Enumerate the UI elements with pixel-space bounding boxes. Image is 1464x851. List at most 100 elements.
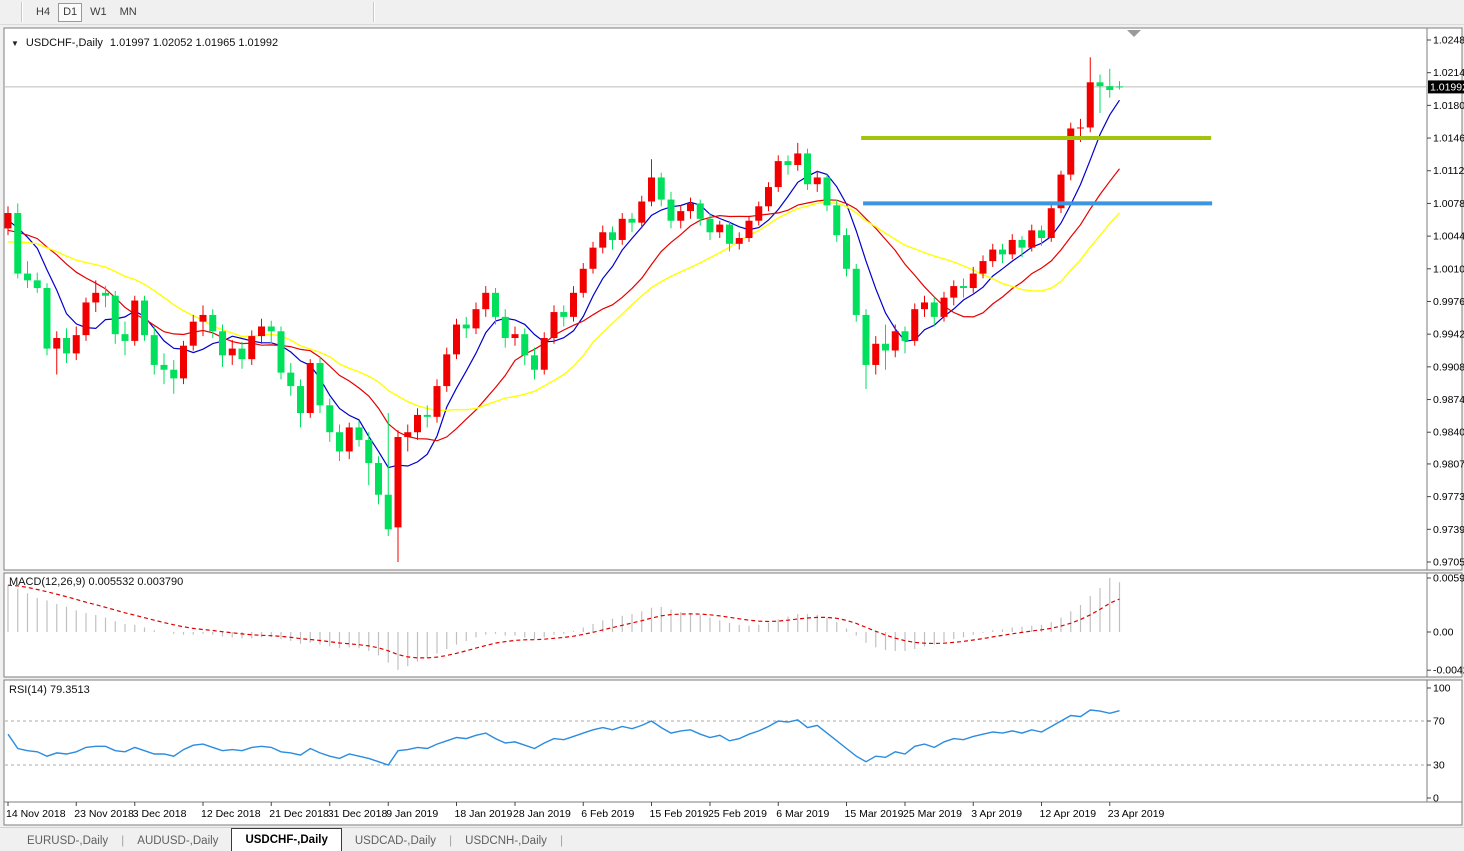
candle-body (453, 324, 460, 355)
tab-audusd-daily[interactable]: AUDUSD-,Daily (124, 831, 231, 851)
candle-body (433, 386, 441, 417)
candle-body (1047, 208, 1055, 239)
candle-body (141, 300, 148, 336)
candle-body (170, 369, 178, 379)
candle-body (901, 331, 909, 341)
candle-body (511, 334, 519, 339)
candle-body (82, 302, 90, 336)
tab-usdcnh-daily[interactable]: USDCNH-,Daily (452, 831, 560, 851)
price-tick-label: 0.97390 (1433, 524, 1464, 536)
candle-body (745, 220, 753, 239)
candle-body (336, 432, 343, 452)
candle-body (384, 494, 392, 530)
candle-body (521, 334, 529, 356)
candle-body (267, 326, 275, 332)
candle-body (375, 462, 382, 495)
tab-usdcad-daily[interactable]: USDCAD-,Daily (342, 831, 449, 851)
candle-body (14, 213, 22, 274)
macd-pane (3, 572, 1463, 678)
candle-body (209, 314, 217, 332)
date-tick-label: 15 Feb 2019 (650, 808, 709, 820)
candle-body (872, 343, 880, 365)
date-tick-label: 12 Dec 2018 (201, 808, 261, 820)
candle-body (589, 247, 597, 269)
candle-body (1106, 86, 1114, 90)
candle-body (102, 292, 109, 296)
candle-body (92, 292, 100, 303)
candle-body (72, 335, 80, 354)
candle-body (365, 439, 373, 463)
price-tick-label: 0.98740 (1433, 394, 1464, 406)
candle-body (63, 338, 70, 354)
candle-body (326, 405, 334, 433)
candle-body (1038, 230, 1045, 239)
candle-body (540, 338, 548, 370)
rsi-tick-label: 30 (1433, 760, 1445, 772)
date-tick-label: 23 Apr 2019 (1108, 808, 1165, 820)
candle-body (150, 335, 158, 365)
candle-body (930, 302, 938, 317)
candle-body (394, 437, 402, 528)
price-tick-label: 1.01120 (1433, 165, 1464, 177)
candle-body (667, 199, 675, 221)
candle-body (111, 295, 119, 335)
macd-tick-label: -0.004244 (1433, 665, 1464, 677)
date-tick-label: 15 Mar 2019 (845, 808, 904, 820)
candle-body (794, 153, 802, 165)
candle-body (1067, 128, 1075, 175)
candle-body (950, 286, 958, 298)
tab-usdchf-daily[interactable]: USDCHF-,Daily (231, 828, 342, 851)
candle-body (550, 312, 558, 339)
candle-body (570, 292, 577, 317)
candle-body (531, 355, 538, 370)
macd-tick-label: 0.00 (1433, 627, 1454, 639)
candle-body (501, 316, 509, 339)
macd-tick-label: 0.005997 (1433, 573, 1464, 585)
candle-body (940, 297, 948, 317)
tab-eurusd-daily[interactable]: EURUSD-,Daily (14, 831, 121, 851)
candle-body (1008, 239, 1016, 255)
candle-body (560, 312, 568, 317)
candle-body (1077, 127, 1084, 129)
candle-body (696, 203, 704, 219)
candle-body (579, 268, 587, 293)
candle-body (716, 224, 724, 233)
date-tick-label: 6 Mar 2019 (776, 808, 829, 820)
candle-body (443, 354, 451, 387)
candle-body (804, 153, 811, 185)
chart-ohlc-values: 1.01997 1.02052 1.01965 1.01992 (109, 37, 279, 49)
candle-body (219, 331, 226, 356)
price-tick-label: 1.01800 (1433, 100, 1464, 112)
candle-body (180, 345, 187, 379)
date-tick-label: 31 Dec 2018 (328, 808, 388, 820)
candle-body (1028, 230, 1036, 248)
date-tick-label: 3 Apr 2019 (971, 808, 1022, 820)
chevron-down-icon: ▼ (11, 39, 19, 48)
candle-body (1086, 82, 1094, 128)
candle-body (238, 348, 246, 360)
candle-body (628, 218, 636, 223)
candle-body (833, 205, 841, 236)
candle-body (969, 273, 977, 289)
candle-body (43, 288, 51, 349)
price-tick-label: 1.02480 (1433, 35, 1464, 47)
candle-body (979, 261, 987, 274)
rsi-tick-label: 100 (1433, 683, 1451, 695)
candle-body (4, 213, 12, 229)
date-tick-label: 25 Mar 2019 (903, 808, 962, 820)
candle-body (657, 177, 665, 200)
candle-body (911, 309, 919, 341)
chart-panes (3, 27, 1463, 826)
candle-body (53, 338, 61, 349)
price-chart-canvas[interactable]: 1.02480 1.02140 1.01800 1.01460 1.01120 1.007… (0, 0, 1464, 851)
date-tick-label: 14 Nov 2018 (6, 808, 66, 820)
candle-body (813, 177, 821, 185)
candle-body (24, 273, 31, 281)
candle-body (316, 363, 324, 406)
rsi-indicator-label: RSI(14) 79.3513 (9, 684, 90, 696)
candle-body (1096, 82, 1104, 87)
candle-body (482, 292, 490, 310)
candle-body (228, 348, 236, 356)
candle-body (121, 334, 129, 341)
candle-body (160, 364, 168, 370)
